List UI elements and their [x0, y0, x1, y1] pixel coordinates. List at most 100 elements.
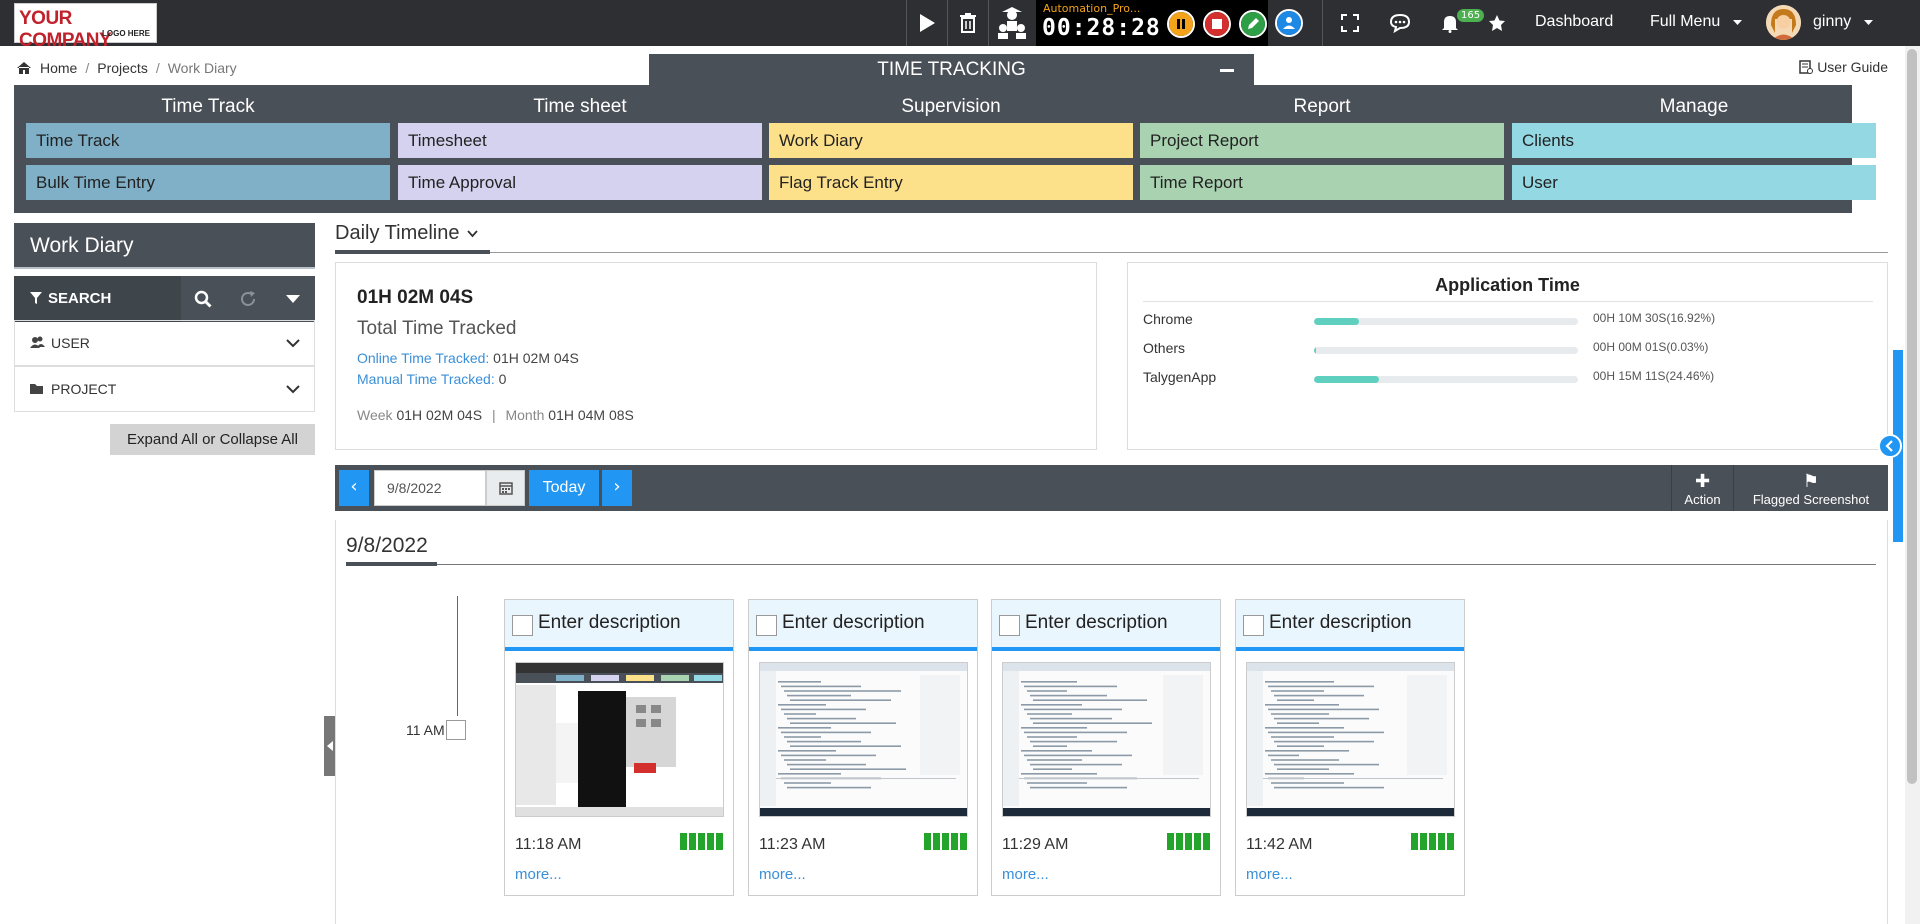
description-input[interactable]: Enter description — [1269, 612, 1412, 634]
month-label: Month — [505, 407, 545, 423]
breadcrumb-home[interactable]: Home — [40, 60, 77, 76]
refresh-button[interactable] — [226, 276, 270, 322]
activity-bar — [951, 833, 958, 850]
divider — [1322, 0, 1323, 46]
team-button[interactable] — [989, 0, 1035, 46]
folder-open-icon — [30, 384, 43, 394]
filter-project[interactable]: PROJECT — [14, 366, 315, 412]
menu-item[interactable]: Flag Track Entry — [769, 165, 1133, 200]
menu-item[interactable]: Bulk Time Entry — [26, 165, 390, 200]
activity-level — [680, 833, 723, 850]
user-timer-button[interactable] — [1275, 9, 1303, 37]
notifications-button[interactable] — [1430, 0, 1470, 46]
user-guide-link[interactable]: User Guide — [1799, 59, 1888, 75]
screenshot-thumbnail[interactable] — [1246, 662, 1455, 817]
action-label: Action — [1684, 492, 1721, 507]
screenshot-header: Enter description — [505, 600, 733, 651]
screenshot-thumbnail[interactable] — [1002, 662, 1211, 817]
caret-down-icon — [1864, 20, 1873, 25]
menu-column-header: Manage — [1659, 96, 1729, 117]
screenshot-header: Enter description — [1236, 600, 1464, 651]
menu-item[interactable]: Time Track — [26, 123, 390, 158]
screenshot-time: 11:18 AM — [515, 836, 582, 853]
hour-checkbox[interactable] — [446, 720, 466, 740]
stop-button[interactable] — [1203, 10, 1231, 38]
play-button[interactable] — [907, 0, 947, 46]
more-link[interactable]: more... — [1246, 866, 1293, 883]
menu-item[interactable]: Timesheet — [398, 123, 762, 158]
chat-button[interactable] — [1380, 0, 1420, 46]
month-value: 01H 04M 08S — [548, 407, 634, 423]
screenshot-thumbnail[interactable] — [515, 662, 724, 817]
menu-item[interactable]: User — [1512, 165, 1876, 200]
edit-button[interactable] — [1239, 10, 1267, 38]
sidebar-title: Work Diary — [14, 223, 315, 269]
company-logo[interactable]: YOUR COMPANY LOGO HERE — [14, 3, 157, 51]
screenshot-checkbox[interactable] — [999, 615, 1020, 636]
search-icon — [194, 290, 212, 308]
avatar[interactable] — [1766, 5, 1801, 40]
date-input[interactable]: 9/8/2022 — [374, 470, 486, 506]
action-button[interactable]: ✚ Action — [1671, 465, 1733, 511]
filter-user[interactable]: USER — [14, 320, 315, 366]
menu-item[interactable]: Time Approval — [398, 165, 762, 200]
description-input[interactable]: Enter description — [1025, 612, 1168, 634]
delete-button[interactable] — [948, 0, 988, 46]
active-underline — [335, 250, 490, 254]
search-dropdown-button[interactable] — [271, 276, 315, 322]
side-panel-toggle[interactable] — [1878, 434, 1902, 458]
more-link[interactable]: more... — [759, 866, 806, 883]
menu-item[interactable]: Clients — [1512, 123, 1876, 158]
application-time-value: 00H 00M 01S(0.03%) — [1593, 340, 1709, 354]
activity-bar — [1429, 833, 1436, 850]
usage-bar — [1314, 347, 1578, 354]
breadcrumb-current: Work Diary — [167, 60, 237, 76]
full-menu-link[interactable]: Full Menu — [1650, 13, 1720, 31]
screenshot-checkbox[interactable] — [512, 615, 533, 636]
screenshot-thumbnail[interactable] — [759, 662, 968, 817]
description-input[interactable]: Enter description — [538, 612, 681, 634]
divider — [346, 564, 1876, 565]
period-totals: Week 01H 02M 04S | Month 01H 04M 08S — [357, 407, 634, 423]
application-name: Chrome — [1143, 311, 1193, 327]
chevron-down-icon — [286, 339, 300, 348]
breadcrumb-projects[interactable]: Projects — [97, 60, 148, 76]
logo-subtext: LOGO HERE — [101, 29, 150, 38]
search-toggle[interactable]: SEARCH — [14, 276, 181, 322]
previous-day-button[interactable]: ‹ — [339, 470, 369, 506]
fullscreen-button[interactable] — [1330, 0, 1370, 46]
timer-panel: Automation_Pro... 00:28:28 — [1036, 0, 1268, 46]
screenshot-checkbox[interactable] — [1243, 615, 1264, 636]
timer-project[interactable]: Automation_Pro... — [1043, 2, 1140, 15]
usage-bar-fill — [1314, 376, 1379, 383]
application-row: Others 00H 00M 01S(0.03%) — [1143, 340, 1873, 360]
calendar-button[interactable] — [486, 470, 525, 506]
minimize-icon[interactable] — [1220, 69, 1234, 72]
flagged-screenshot-button[interactable]: ⚑ Flagged Screenshot — [1733, 465, 1888, 511]
description-input[interactable]: Enter description — [782, 612, 925, 634]
screenshot-header: Enter description — [992, 600, 1220, 651]
screenshot-checkbox[interactable] — [756, 615, 777, 636]
search-button[interactable] — [181, 276, 225, 322]
menu-item[interactable]: Time Report — [1140, 165, 1504, 200]
daily-timeline-dropdown[interactable]: Daily Timeline — [335, 222, 478, 245]
date-toolbar: ‹ 9/8/2022 Today › ✚ Action ⚑ Flagged Sc… — [335, 465, 1888, 511]
menu-item[interactable]: Work Diary — [769, 123, 1133, 158]
next-day-button[interactable]: › — [602, 470, 632, 506]
activity-bar — [680, 833, 687, 850]
user-menu[interactable]: ginny — [1813, 13, 1851, 31]
today-button[interactable]: Today — [529, 470, 599, 506]
scrollbar-thumb[interactable] — [1907, 49, 1917, 784]
flag-icon: ⚑ — [1802, 471, 1820, 491]
pause-button[interactable] — [1167, 10, 1195, 38]
favorites-button[interactable] — [1484, 0, 1510, 46]
expand-collapse-button[interactable]: Expand All or Collapse All — [110, 424, 315, 455]
daily-timeline-title: Daily Timeline — [335, 222, 460, 244]
menu-item[interactable]: Project Report — [1140, 123, 1504, 158]
more-link[interactable]: more... — [515, 866, 562, 883]
dashboard-link[interactable]: Dashboard — [1535, 13, 1613, 31]
screenshot-thumbnail-image — [760, 663, 967, 816]
more-link[interactable]: more... — [1002, 866, 1049, 883]
chevron-down-icon — [467, 230, 478, 238]
application-row: TalygenApp 00H 15M 11S(24.46%) — [1143, 369, 1873, 389]
